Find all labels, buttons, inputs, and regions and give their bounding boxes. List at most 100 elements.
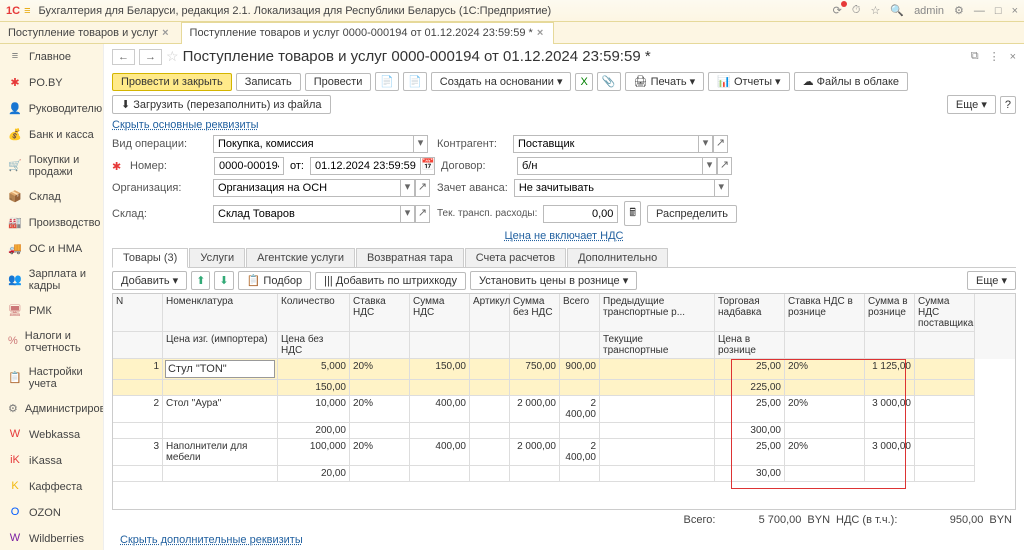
- user-label[interactable]: admin: [914, 5, 944, 17]
- doc-tab[interactable]: Товары (3): [112, 248, 188, 268]
- column-header[interactable]: Сумма в рознице: [865, 294, 915, 332]
- column-header[interactable]: Торговая надбавка: [715, 294, 785, 332]
- sidebar-item[interactable]: ≡Главное: [0, 44, 103, 70]
- sidebar-item[interactable]: 💰Банк и касса: [0, 122, 103, 148]
- sidebar-item[interactable]: OOZON: [0, 500, 103, 526]
- dropdown-icon[interactable]: ▾: [413, 135, 428, 153]
- column-header[interactable]: Сумма без НДС: [510, 294, 560, 332]
- table-subrow[interactable]: 200,00300,00: [113, 423, 1015, 439]
- write-button[interactable]: Записать: [236, 73, 301, 91]
- nav-fwd[interactable]: →: [139, 49, 162, 65]
- dropdown-icon[interactable]: ▾: [702, 157, 717, 175]
- sidebar-item[interactable]: iKiKassa: [0, 448, 103, 474]
- help-button[interactable]: ?: [1000, 96, 1016, 114]
- selection-button[interactable]: 📋 Подбор: [238, 271, 312, 290]
- doc-tab[interactable]: Услуги: [189, 248, 245, 267]
- hide-extra-link[interactable]: Скрыть дополнительные реквизиты: [112, 532, 311, 548]
- add-barcode-button[interactable]: ||| Добавить по штрихкоду: [315, 272, 466, 290]
- favorite-star-icon[interactable]: ☆: [166, 48, 179, 65]
- attach-button[interactable]: 📎: [597, 72, 621, 91]
- notifications-icon[interactable]: ⟳: [833, 4, 842, 17]
- more-menu-icon[interactable]: ⋮: [989, 50, 1000, 63]
- contract-field[interactable]: [517, 157, 702, 175]
- move-down-button[interactable]: ⬇: [214, 271, 233, 290]
- price-mode-link[interactable]: Цена не включает НДС: [497, 228, 632, 244]
- column-header[interactable]: N: [113, 294, 163, 332]
- sidebar-item[interactable]: 📦Склад: [0, 184, 103, 210]
- org-field[interactable]: [213, 179, 400, 197]
- column-header[interactable]: Сумма НДС: [410, 294, 470, 332]
- dropdown-icon[interactable]: ▾: [400, 179, 415, 197]
- doc-tab[interactable]: Возвратная тара: [356, 248, 464, 267]
- hide-main-link[interactable]: Скрыть основные реквизиты: [104, 117, 267, 133]
- column-header[interactable]: Номенклатура: [163, 294, 278, 332]
- add-row-button[interactable]: Добавить ▾: [112, 271, 187, 290]
- post-icon-button[interactable]: 📄: [375, 72, 399, 91]
- post-close-button[interactable]: Провести и закрыть: [112, 73, 232, 91]
- table-subrow[interactable]: 20,0030,00: [113, 466, 1015, 482]
- sidebar-item[interactable]: 👤Руководителю: [0, 96, 103, 122]
- calendar-icon[interactable]: 📅: [420, 157, 435, 175]
- menu-icon[interactable]: ≡: [24, 5, 30, 17]
- dropdown-icon[interactable]: ▾: [698, 135, 713, 153]
- minimize-icon[interactable]: —: [974, 5, 985, 17]
- dropdown-icon[interactable]: ▾: [400, 205, 415, 223]
- cloud-files-button[interactable]: ☁ Файлы в облаке: [794, 72, 908, 91]
- counter-field[interactable]: [513, 135, 698, 153]
- favorite-icon[interactable]: ☆: [870, 4, 880, 17]
- close-tab-icon[interactable]: ×: [537, 22, 543, 44]
- doc-tab[interactable]: Дополнительно: [567, 248, 668, 267]
- sidebar-item[interactable]: 📋Настройки учета: [0, 360, 103, 396]
- history-icon[interactable]: ⏱: [852, 4, 861, 17]
- column-header[interactable]: Ставка НДС в рознице: [785, 294, 865, 332]
- dropdown-icon[interactable]: ▾: [714, 179, 729, 197]
- settings-icon[interactable]: ⚙: [954, 4, 964, 17]
- tab-document[interactable]: Поступление товаров и услуг 0000-000194 …: [181, 22, 555, 44]
- maximize-icon[interactable]: □: [995, 5, 1002, 17]
- column-header[interactable]: Количество: [278, 294, 350, 332]
- set-prices-button[interactable]: Установить цены в рознице ▾: [470, 271, 637, 290]
- column-header[interactable]: Сумма НДС поставщика: [915, 294, 975, 332]
- load-file-button[interactable]: ⬇ Загрузить (перезаполнить) из файла: [112, 95, 331, 114]
- sidebar-item[interactable]: 🏭Производство: [0, 210, 103, 236]
- popout-icon[interactable]: ⧉: [971, 50, 979, 63]
- column-header[interactable]: Ставка НДС: [350, 294, 410, 332]
- sidebar-item[interactable]: 👥Зарплата и кадры: [0, 262, 103, 298]
- unpost-icon-button[interactable]: 📄: [403, 72, 427, 91]
- sidebar-item[interactable]: ✱PO.BY: [0, 70, 103, 96]
- distribute-button[interactable]: Распределить: [647, 205, 737, 223]
- open-icon[interactable]: ↗: [415, 205, 430, 223]
- sidebar-item[interactable]: ⚙Администрирование: [0, 396, 103, 422]
- table-subrow[interactable]: 150,00225,00: [113, 380, 1015, 396]
- table-row[interactable]: 3Наполнители для мебели100,00020%400,002…: [113, 439, 1015, 466]
- grid-more-button[interactable]: Еще ▾: [967, 271, 1016, 290]
- calc-icon[interactable]: 🖩: [624, 201, 641, 226]
- sidebar-item[interactable]: WWildberries: [0, 526, 103, 550]
- sidebar-item[interactable]: 🛒Покупки и продажи: [0, 148, 103, 184]
- warehouse-field[interactable]: [213, 205, 400, 223]
- excel-button[interactable]: X: [575, 73, 592, 91]
- close-tab-icon[interactable]: ×: [162, 22, 168, 44]
- num-field[interactable]: [214, 157, 284, 175]
- move-up-button[interactable]: ⬆: [191, 271, 210, 290]
- sidebar-item[interactable]: WWebkassa: [0, 422, 103, 448]
- reports-button[interactable]: 📊 Отчеты ▾: [708, 72, 789, 91]
- table-row[interactable]: 2Стол "Аура"10,00020%400,002 000,002 400…: [113, 396, 1015, 423]
- search-icon[interactable]: 🔍: [890, 4, 904, 17]
- print-button[interactable]: 🖨 Печать ▾: [625, 72, 705, 91]
- sidebar-item[interactable]: 🚚ОС и НМА: [0, 236, 103, 262]
- column-header[interactable]: Артикул: [470, 294, 510, 332]
- transport-field[interactable]: [543, 205, 618, 223]
- close-icon[interactable]: ×: [1012, 5, 1018, 17]
- date-field[interactable]: [310, 157, 420, 175]
- column-header[interactable]: Предыдущие транспортные р...: [600, 294, 715, 332]
- sidebar-item[interactable]: KКаффеста: [0, 474, 103, 500]
- tab-list[interactable]: Поступление товаров и услуг ×: [0, 22, 179, 44]
- nav-back[interactable]: ←: [112, 49, 135, 65]
- create-based-button[interactable]: Создать на основании ▾: [431, 72, 572, 91]
- sidebar-item[interactable]: 🖥РМК: [0, 298, 103, 324]
- open-icon[interactable]: ↗: [717, 157, 732, 175]
- more-button[interactable]: Еще ▾: [947, 95, 996, 114]
- table-row[interactable]: 1Стул "TON"5,00020%150,00750,00900,0025,…: [113, 359, 1015, 380]
- advance-field[interactable]: [514, 179, 714, 197]
